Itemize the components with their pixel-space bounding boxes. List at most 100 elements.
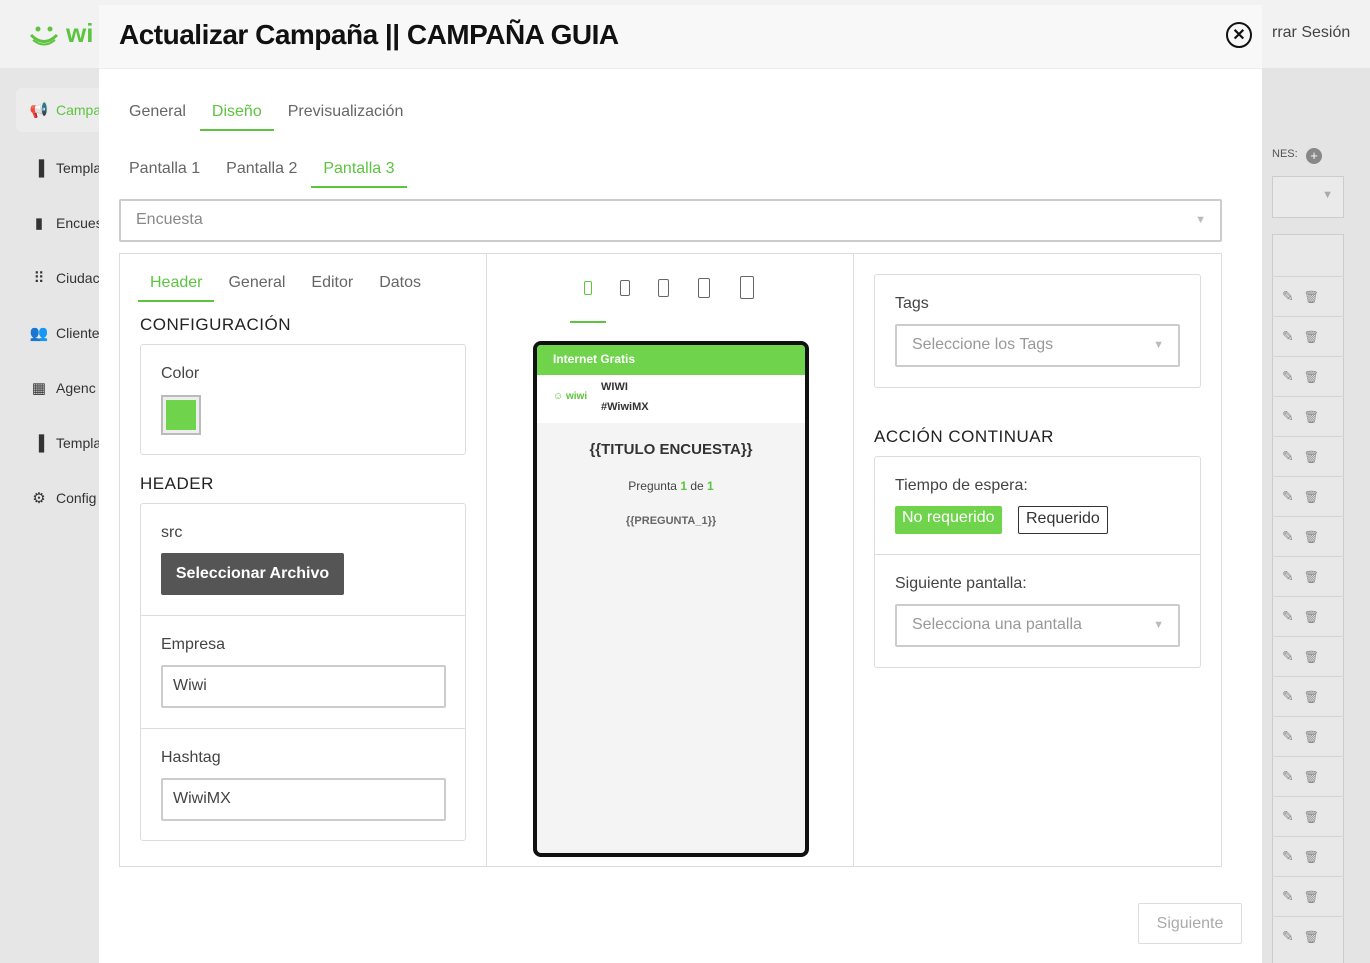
smile-logo-icon — [29, 26, 59, 45]
wait-label: Tiempo de espera: — [895, 477, 1028, 494]
trash-icon[interactable]: 🗑 — [1304, 330, 1319, 344]
tab-design[interactable]: Diseño — [199, 95, 274, 131]
color-label: Color — [161, 365, 200, 382]
screen-type-select[interactable]: Encuesta ▼ — [119, 199, 1222, 242]
tags-select[interactable]: Seleccione los Tags ▼ — [895, 324, 1180, 367]
required-option[interactable]: Requerido — [1018, 506, 1108, 534]
trash-icon[interactable]: 🗑 — [1304, 610, 1319, 624]
company-input[interactable]: Wiwi — [161, 665, 446, 708]
edit-icon[interactable]: ✎ — [1282, 528, 1294, 545]
trash-icon[interactable]: 🗑 — [1304, 290, 1319, 304]
edit-icon[interactable]: ✎ — [1282, 888, 1294, 905]
sidebar-item-clients[interactable]: 👥 Cliente — [16, 311, 106, 355]
tab-screen-3[interactable]: Pantalla 3 — [311, 152, 407, 188]
device-selector — [487, 254, 853, 324]
chevron-down-icon: ▼ — [1195, 214, 1206, 226]
clipboard-icon: ▮ — [34, 215, 44, 232]
edit-icon[interactable]: ✎ — [1282, 568, 1294, 585]
preview-panel: Internet Gratis ☺ wiwi WIWI #WiwiMX {{TI… — [487, 254, 854, 866]
trash-icon[interactable]: 🗑 — [1304, 890, 1319, 904]
config-section-title: CONFIGURACIÓN — [140, 315, 291, 334]
trash-icon[interactable]: 🗑 — [1304, 770, 1319, 784]
gear-icon: ⚙ — [32, 490, 46, 507]
app-logo[interactable]: wi — [28, 18, 93, 49]
trash-icon[interactable]: 🗑 — [1304, 690, 1319, 704]
table-row: ✎ 🗑 — [1272, 916, 1344, 956]
preview-logo-text: wiwi — [566, 391, 588, 402]
sidebar-item-templates-2[interactable]: ▐ Templa — [16, 421, 106, 465]
edit-icon[interactable]: ✎ — [1282, 328, 1294, 345]
edit-icon[interactable]: ✎ — [1282, 928, 1294, 945]
screen-tabs: Pantalla 1 Pantalla 2 Pantalla 3 — [117, 152, 409, 188]
trash-icon[interactable]: 🗑 — [1304, 650, 1319, 664]
tab-general[interactable]: General — [117, 95, 198, 131]
close-icon[interactable]: ✕ — [1226, 22, 1252, 48]
phone-medium-icon[interactable] — [620, 280, 630, 296]
sidebar-item-templates[interactable]: ▐ Templa — [16, 146, 106, 190]
trash-icon[interactable]: 🗑 — [1304, 450, 1319, 464]
edit-icon[interactable]: ✎ — [1282, 848, 1294, 865]
tab-editor[interactable]: Editor — [299, 266, 365, 302]
select-file-button[interactable]: Seleccionar Archivo — [161, 553, 344, 595]
trash-icon[interactable]: 🗑 — [1304, 530, 1319, 544]
edit-icon[interactable]: ✎ — [1282, 648, 1294, 665]
tablet-icon[interactable] — [740, 276, 754, 299]
megaphone-icon: 📢 — [29, 102, 49, 119]
modal-header: Actualizar Campaña || CAMPAÑA GUIA ✕ — [99, 5, 1262, 69]
color-picker[interactable] — [161, 395, 201, 435]
color-swatch — [166, 400, 196, 430]
tab-screen-2[interactable]: Pantalla 2 — [214, 152, 309, 188]
trash-icon[interactable]: 🗑 — [1304, 370, 1319, 384]
sidebar-item-config[interactable]: ⚙ Config — [16, 476, 106, 520]
tab-header[interactable]: Header — [138, 266, 215, 302]
divider — [875, 554, 1200, 555]
tab-config-general[interactable]: General — [216, 266, 297, 302]
preview-brand: ☺ wiwi WIWI #WiwiMX — [537, 375, 805, 423]
edit-icon[interactable]: ✎ — [1282, 608, 1294, 625]
table-row: ✎ 🗑 — [1272, 596, 1344, 636]
edit-icon[interactable]: ✎ — [1282, 288, 1294, 305]
edit-icon[interactable]: ✎ — [1282, 448, 1294, 465]
edit-icon[interactable]: ✎ — [1282, 768, 1294, 785]
trash-icon[interactable]: 🗑 — [1304, 410, 1319, 424]
edit-icon[interactable]: ✎ — [1282, 728, 1294, 745]
hashtag-input[interactable]: WiwiMX — [161, 778, 446, 821]
sidebar-item-surveys[interactable]: ▮ Encues — [16, 201, 106, 245]
edit-icon[interactable]: ✎ — [1282, 688, 1294, 705]
question-total: 1 — [707, 479, 714, 493]
tab-data[interactable]: Datos — [367, 266, 433, 302]
sidebar-item-label: Ciudac — [56, 270, 100, 286]
not-required-option[interactable]: No requerido — [895, 506, 1002, 534]
sidebar-item-label: Templa — [56, 160, 102, 176]
screen-type-value: Encuesta — [136, 211, 203, 228]
logout-link[interactable]: rrar Sesión — [1272, 24, 1350, 42]
phone-large-icon[interactable] — [658, 279, 669, 297]
trash-icon[interactable]: 🗑 — [1304, 850, 1319, 864]
sidebar-item-campaigns[interactable]: 📢 Campa — [16, 88, 106, 132]
add-icon[interactable]: + — [1306, 148, 1322, 164]
table-row: ✎ 🗑 — [1272, 516, 1344, 556]
preview-question-placeholder: {{PREGUNTA_1}} — [625, 515, 717, 527]
trash-icon[interactable]: 🗑 — [1304, 810, 1319, 824]
trash-icon[interactable]: 🗑 — [1304, 570, 1319, 584]
next-screen-select[interactable]: Selecciona una pantalla ▼ — [895, 604, 1180, 647]
phone-small-icon[interactable] — [584, 281, 592, 295]
table-row: ✎ 🗑 — [1272, 476, 1344, 516]
edit-icon[interactable]: ✎ — [1282, 408, 1294, 425]
edit-icon[interactable]: ✎ — [1282, 488, 1294, 505]
sidebar-item-label: Campa — [56, 102, 102, 118]
trash-icon[interactable]: 🗑 — [1304, 930, 1319, 944]
background-select[interactable] — [1272, 176, 1344, 218]
trash-icon[interactable]: 🗑 — [1304, 490, 1319, 504]
divider — [141, 728, 465, 729]
sidebar-item-agencies[interactable]: ▦ Agenc — [16, 366, 106, 410]
sidebar-item-cities[interactable]: ⠿ Ciudac — [16, 256, 106, 300]
tab-preview[interactable]: Previsualización — [276, 95, 416, 131]
tab-screen-1[interactable]: Pantalla 1 — [117, 152, 212, 188]
device-active-indicator — [570, 321, 606, 323]
next-button[interactable]: Siguiente — [1138, 903, 1242, 944]
trash-icon[interactable]: 🗑 — [1304, 730, 1319, 744]
phone-xlarge-icon[interactable] — [698, 278, 710, 298]
edit-icon[interactable]: ✎ — [1282, 368, 1294, 385]
edit-icon[interactable]: ✎ — [1282, 808, 1294, 825]
